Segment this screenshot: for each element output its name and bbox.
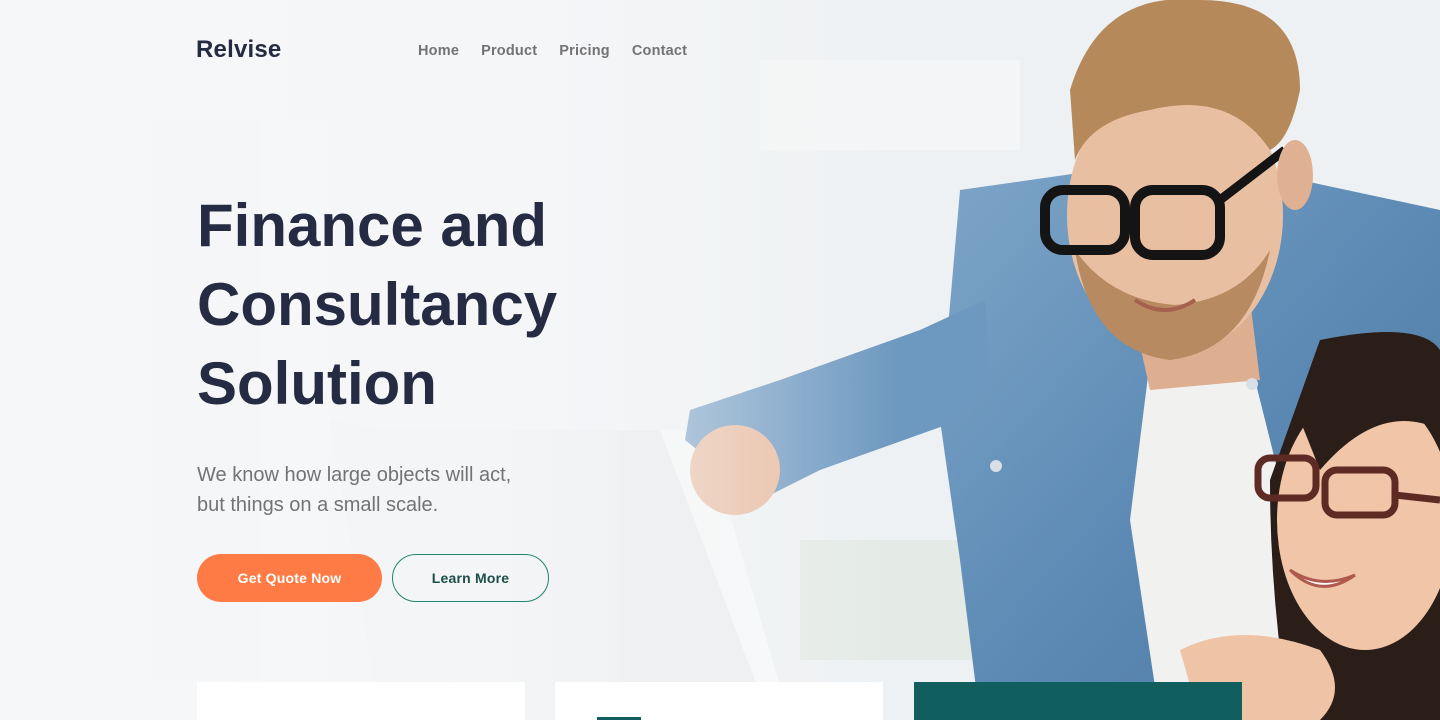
top-navbar: Relvise Home Product Pricing Contact (0, 0, 1440, 104)
get-quote-button[interactable]: Get Quote Now (197, 554, 382, 602)
hero-description-line-2: but things on a small scale. (197, 494, 439, 516)
hero-description-line-1: We know how large objects will act, (197, 464, 512, 486)
hero-section: Relvise Home Product Pricing Contact Fin… (0, 0, 1440, 720)
brand-logo[interactable]: Relvise (196, 36, 281, 64)
nav-product-link[interactable]: Product (481, 43, 537, 59)
nav-home-link[interactable]: Home (418, 43, 459, 59)
hero-title-line-2: Consultancy (197, 271, 558, 338)
nav-contact-link[interactable]: Contact (632, 43, 687, 59)
hero-title-line-1: Finance and (197, 192, 548, 259)
nav-pricing-link[interactable]: Pricing (559, 43, 610, 59)
learn-more-button[interactable]: Learn More (392, 554, 549, 602)
hero-description: We know how large objects will act, but … (197, 460, 597, 520)
feature-card-3 (914, 682, 1242, 720)
hero-title-line-3: Solution (197, 350, 437, 417)
hero-title: Finance and Consultancy Solution (197, 186, 657, 423)
main-menu: Home Product Pricing Contact (418, 43, 687, 59)
feature-card-1 (197, 682, 525, 720)
feature-card-2 (555, 682, 883, 720)
